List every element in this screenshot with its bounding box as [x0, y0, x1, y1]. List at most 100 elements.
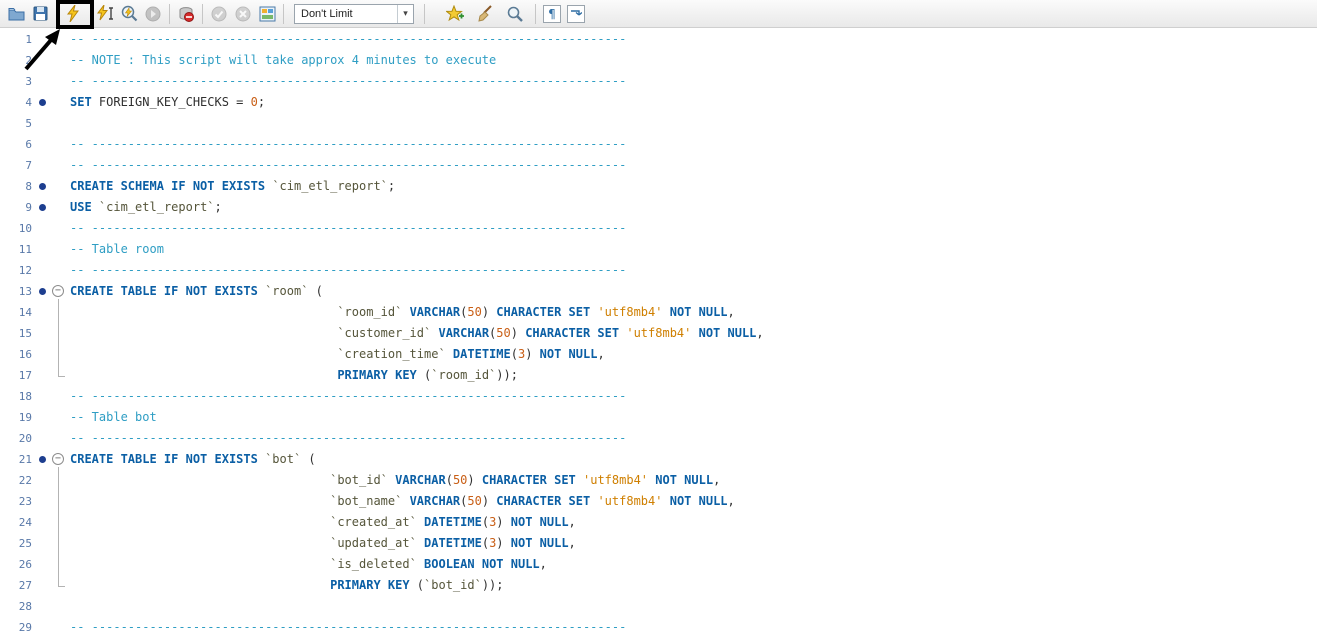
- sql-editor[interactable]: 1-- ------------------------------------…: [0, 29, 1317, 637]
- code-text: USE `cim_etl_report`;: [70, 197, 1317, 218]
- row-limit-value: Don't Limit: [295, 8, 397, 20]
- code-token: ,: [569, 515, 576, 529]
- code-line: 12-- -----------------------------------…: [0, 260, 1317, 281]
- code-token: 50: [453, 473, 467, 487]
- code-token: (: [301, 452, 315, 466]
- gutter-marker-column: [36, 617, 50, 637]
- code-token: `cim_etl_report`: [99, 200, 215, 214]
- rollback-button[interactable]: [231, 2, 255, 26]
- gutter-marker-column: [36, 512, 50, 533]
- statement-marker-dot: [39, 183, 46, 190]
- fold-column: [50, 344, 70, 365]
- fold-column: [50, 239, 70, 260]
- gutter-marker-column: [36, 239, 50, 260]
- save-snippet-button[interactable]: [443, 2, 467, 26]
- code-line: 21−CREATE TABLE IF NOT EXISTS `bot` (: [0, 449, 1317, 470]
- toggle-autocommit-button[interactable]: [255, 2, 279, 26]
- code-token: `created_at`: [330, 515, 417, 529]
- code-token: 'utf8mb4': [583, 473, 648, 487]
- code-token: `room_id`: [431, 368, 496, 382]
- fold-column: [50, 596, 70, 617]
- code-token: CHARACTER SET: [482, 473, 576, 487]
- line-number: 24: [0, 512, 36, 533]
- execute-script-button[interactable]: [61, 2, 85, 26]
- code-line: 22 `bot_id` VARCHAR(50) CHARACTER SET 'u…: [0, 470, 1317, 491]
- line-number: 7: [0, 155, 36, 176]
- fold-column: [50, 302, 70, 323]
- code-text: `is_deleted` BOOLEAN NOT NULL,: [70, 554, 1317, 575]
- code-line: 4SET FOREIGN_KEY_CHECKS = 0;: [0, 92, 1317, 113]
- code-line: 2-- NOTE : This script will take approx …: [0, 50, 1317, 71]
- code-text: CREATE TABLE IF NOT EXISTS `bot` (: [70, 449, 1317, 470]
- code-line: 26 `is_deleted` BOOLEAN NOT NULL,: [0, 554, 1317, 575]
- open-script-button[interactable]: [4, 2, 28, 26]
- row-limit-dropdown[interactable]: Don't Limit ▾: [294, 4, 414, 24]
- fold-column[interactable]: −: [50, 281, 70, 302]
- code-token: FOREIGN_KEY_CHECKS =: [92, 95, 251, 109]
- code-line: 18-- -----------------------------------…: [0, 386, 1317, 407]
- code-token: 50: [467, 494, 481, 508]
- code-token: `bot_id`: [424, 578, 482, 592]
- code-token: DATETIME: [424, 515, 482, 529]
- code-text: [70, 596, 1317, 617]
- explain-button[interactable]: [117, 2, 141, 26]
- gutter-marker-column: [36, 575, 50, 596]
- fold-column[interactable]: −: [50, 449, 70, 470]
- code-token: NOT NULL: [670, 305, 728, 319]
- code-token: ): [496, 515, 510, 529]
- find-button[interactable]: [503, 2, 527, 26]
- explain-magnifier-lightning-icon: [121, 5, 138, 22]
- gutter-marker-column: [36, 533, 50, 554]
- line-number: 13: [0, 281, 36, 302]
- code-token: SET: [70, 95, 92, 109]
- code-text: `updated_at` DATETIME(3) NOT NULL,: [70, 533, 1317, 554]
- fold-column: [50, 428, 70, 449]
- execute-statement-button[interactable]: [93, 2, 117, 26]
- code-line: 15 `customer_id` VARCHAR(50) CHARACTER S…: [0, 323, 1317, 344]
- code-token: [662, 494, 669, 508]
- commit-check-icon: [211, 6, 227, 22]
- gutter-marker-column: [36, 281, 50, 302]
- code-token: CREATE TABLE IF NOT EXISTS: [70, 284, 258, 298]
- gutter-marker-column: [36, 554, 50, 575]
- code-token: (: [308, 284, 322, 298]
- toolbar-separator: [424, 4, 425, 24]
- beautify-button[interactable]: [473, 2, 497, 26]
- toggle-stop-on-error-button[interactable]: [174, 2, 198, 26]
- code-token: (: [482, 515, 489, 529]
- line-number: 17: [0, 365, 36, 386]
- code-text: -- -------------------------------------…: [70, 155, 1317, 176]
- stop-execution-button[interactable]: [141, 2, 165, 26]
- code-token: NOT NULL: [655, 473, 713, 487]
- fold-column: [50, 134, 70, 155]
- commit-button[interactable]: [207, 2, 231, 26]
- fold-collapse-icon[interactable]: −: [52, 285, 64, 297]
- fold-column: [50, 470, 70, 491]
- toggle-invisibles-button[interactable]: ¶: [540, 2, 564, 26]
- code-token: BOOLEAN: [424, 557, 475, 571]
- sql-editor-toolbar: Don't Limit ▾ ¶: [0, 0, 1317, 28]
- code-token: [576, 473, 583, 487]
- code-token: `cim_etl_report`: [272, 179, 388, 193]
- code-token: (: [511, 347, 518, 361]
- code-token: ,: [728, 494, 735, 508]
- code-token: `is_deleted`: [330, 557, 417, 571]
- stop-on-error-icon: [178, 6, 194, 22]
- code-text: CREATE TABLE IF NOT EXISTS `room` (: [70, 281, 1317, 302]
- line-number: 26: [0, 554, 36, 575]
- code-token: ));: [482, 578, 504, 592]
- code-line: 1-- ------------------------------------…: [0, 29, 1317, 50]
- code-token: [92, 200, 99, 214]
- toggle-wrap-button[interactable]: [564, 2, 588, 26]
- save-script-button[interactable]: [28, 2, 52, 26]
- code-token: [691, 326, 698, 340]
- code-token: DATETIME: [424, 536, 482, 550]
- gutter-marker-column: [36, 197, 50, 218]
- code-text: SET FOREIGN_KEY_CHECKS = 0;: [70, 92, 1317, 113]
- fold-collapse-icon[interactable]: −: [52, 453, 64, 465]
- code-token: ;: [388, 179, 395, 193]
- line-number: 20: [0, 428, 36, 449]
- code-token: VARCHAR: [438, 326, 489, 340]
- code-token: `customer_id`: [337, 326, 431, 340]
- fold-column: [50, 197, 70, 218]
